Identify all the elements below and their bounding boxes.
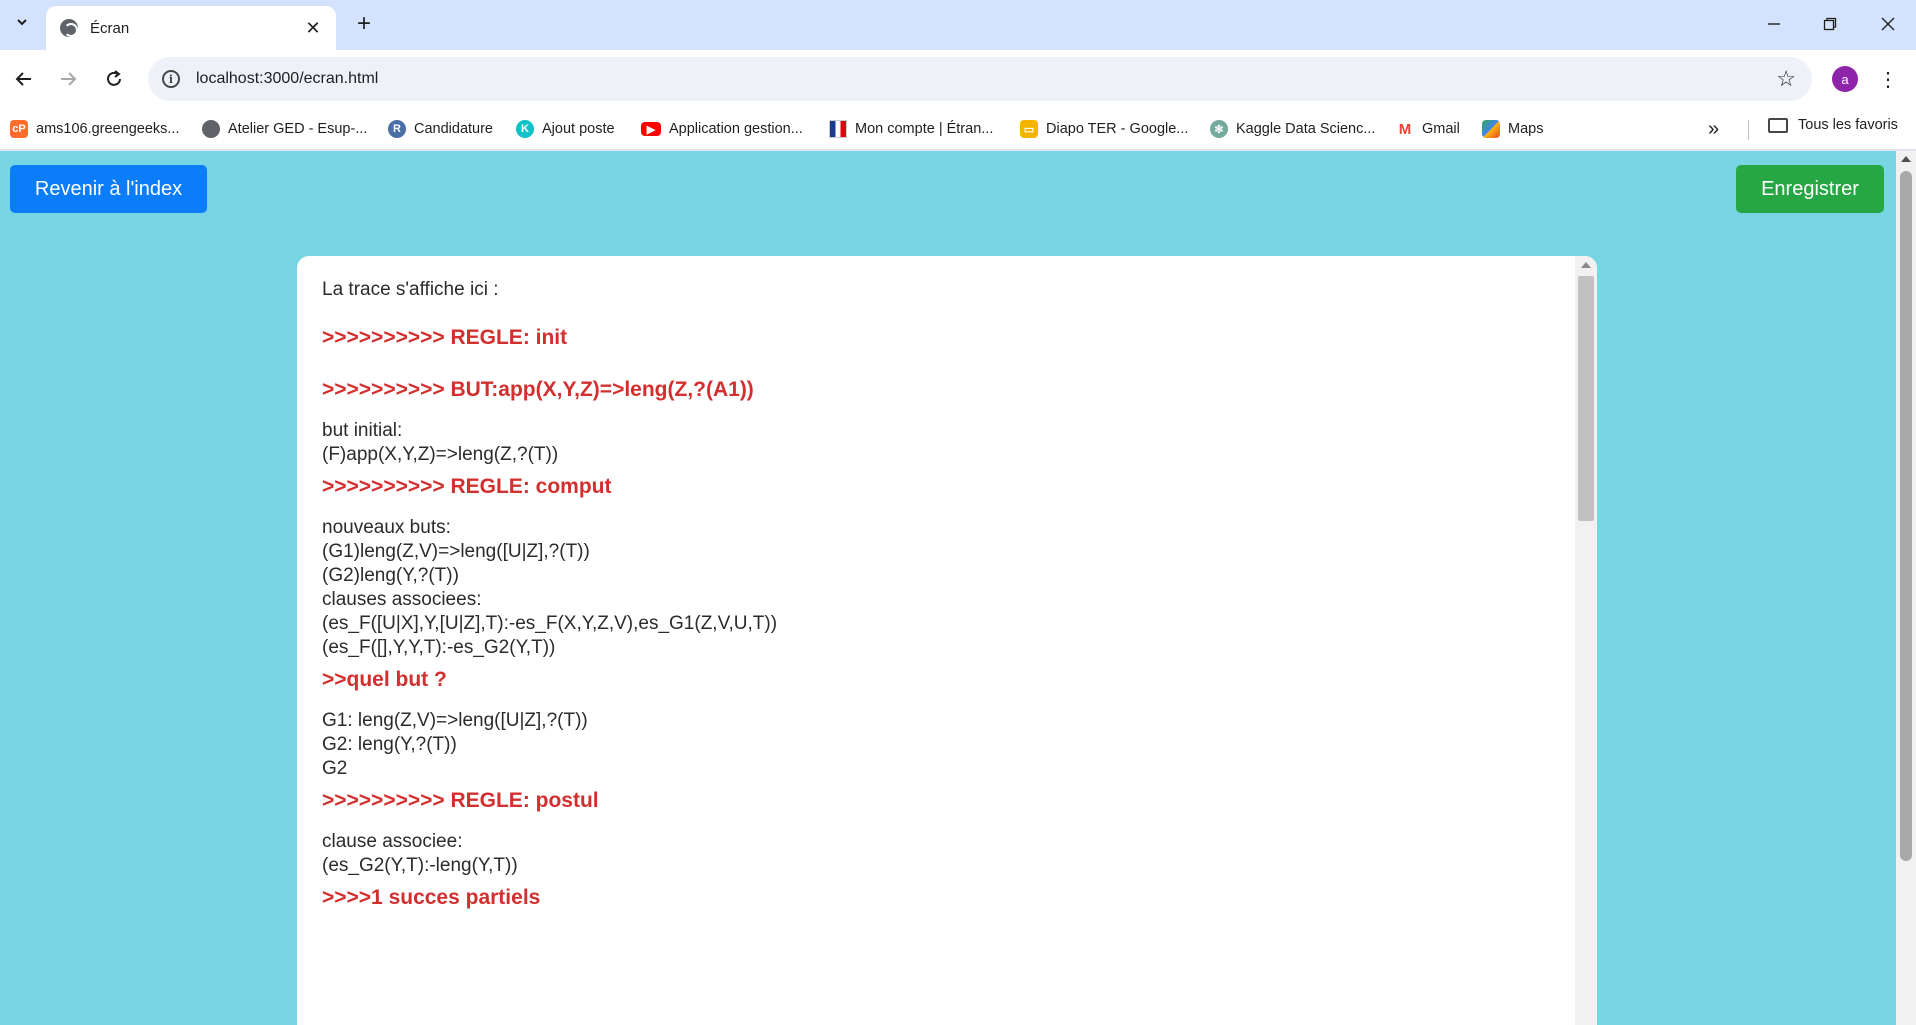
youtube-icon: ▶ [641, 122, 661, 136]
trace-rule-line: >>quel but ? [322, 668, 447, 691]
restore-icon[interactable] [1810, 8, 1850, 40]
close-tab-icon[interactable]: ✕ [302, 18, 324, 39]
trace-line: (es_G2(Y,T):-leng(Y,T)) [322, 855, 518, 876]
bookmark-label: ams106.greengeeks... [36, 121, 180, 137]
slides-icon: ▭ [1020, 120, 1038, 138]
bookmarks-separator [1748, 120, 1749, 140]
address-bar[interactable]: i localhost:3000/ecran.html ☆ [148, 57, 1812, 101]
forward-arrow-icon[interactable] [52, 63, 84, 95]
maps-icon [1482, 120, 1500, 138]
trace-line: G2 [322, 758, 348, 779]
bookmark-item[interactable]: R Candidature [388, 117, 493, 141]
folder-label: Tous les favoris [1798, 117, 1898, 133]
trace-line: (F)app(X,Y,Z)=>leng(Z,?(T)) [322, 444, 559, 465]
trace-text-block: but initial: (F)app(X,Y,Z)=>leng(Z,?(T)) [322, 419, 1542, 467]
site-info-icon[interactable]: i [162, 70, 180, 88]
page-scrollbar-thumb[interactable] [1900, 171, 1912, 861]
save-button[interactable]: Enregistrer [1736, 165, 1884, 213]
bookmark-item[interactable]: ▶ Application gestion... [641, 117, 803, 141]
openai-icon: ✻ [1210, 120, 1228, 138]
bookmark-label: Mon compte | Étran... [855, 121, 994, 137]
bookmark-item[interactable]: Atelier GED - Esup-... [202, 117, 367, 141]
bookmark-item[interactable]: Maps [1482, 117, 1543, 141]
url-text[interactable]: localhost:3000/ecran.html [196, 70, 1776, 88]
trace-line: G1: leng(Z,V)=>leng([U|Z],?(T)) [322, 710, 588, 731]
trace-rule-line: >>>>>>>>>> BUT:app(X,Y,Z)=>leng(Z,?(A1)) [322, 378, 754, 401]
back-arrow-icon[interactable] [8, 63, 40, 95]
bookmarks-bar: cP ams106.greengeeks... Atelier GED - Es… [0, 108, 1916, 150]
trace-line: clause associee: [322, 831, 463, 852]
trace-rule-line: >>>>1 succes partiels [322, 886, 541, 909]
all-bookmarks-folder[interactable]: Tous les favoris [1768, 117, 1898, 133]
trace-line: (es_F([U|X],Y,[U|Z],T):-es_F(X,Y,Z,V),es… [322, 613, 778, 634]
cpanel-icon: cP [10, 120, 28, 138]
bookmark-label: Atelier GED - Esup-... [228, 121, 368, 137]
trace-line: G2: leng(Y,?(T)) [322, 734, 457, 755]
trace-line: (G1)leng(Z,V)=>leng([U|Z],?(T)) [322, 541, 590, 562]
bookmark-label: Diapo TER - Google... [1046, 121, 1189, 137]
k-icon: K [516, 120, 534, 138]
bookmark-label: Candidature [414, 121, 493, 137]
globe-icon [202, 120, 220, 138]
browser-toolbar: i localhost:3000/ecran.html ☆ a ⋮ [0, 50, 1916, 108]
bookmark-label: Kaggle Data Scienc... [1236, 121, 1376, 137]
bookmark-label: Ajout poste [542, 121, 615, 137]
gmail-icon: M [1396, 120, 1414, 138]
page-scrollbar[interactable] [1896, 151, 1916, 1025]
bookmark-item[interactable]: Mon compte | Étran... [829, 117, 993, 141]
trace-content: La trace s'affiche ici : >>>>>>>>>> REGLE… [322, 278, 1542, 911]
profile-avatar[interactable]: a [1832, 66, 1858, 92]
menu-kebab-icon[interactable]: ⋮ [1878, 64, 1898, 94]
bookmark-label: Gmail [1422, 121, 1460, 137]
bookmark-star-icon[interactable]: ☆ [1776, 66, 1796, 92]
trace-text-block: nouveaux buts: (G1)leng(Z,V)=>leng([U|Z],… [322, 516, 1542, 660]
close-window-icon[interactable] [1868, 8, 1908, 40]
scroll-up-arrow-icon[interactable] [1581, 262, 1591, 268]
bookmark-label: Maps [1508, 121, 1544, 137]
reload-icon[interactable] [98, 63, 130, 95]
trace-text-block: La trace s'affiche ici : [322, 278, 1542, 302]
folder-icon [1768, 117, 1788, 133]
bookmark-item[interactable]: cP ams106.greengeeks... [10, 117, 179, 141]
bookmark-label: Application gestion... [669, 121, 803, 137]
trace-panel[interactable]: La trace s'affiche ici : >>>>>>>>>> REGLE… [297, 256, 1597, 1025]
trace-line: La trace s'affiche ici : [322, 279, 499, 300]
trace-line: but initial: [322, 420, 403, 441]
tab-search-chevron-icon[interactable] [8, 8, 36, 36]
trace-rule-line: >>>>>>>>>> REGLE: postul [322, 789, 599, 812]
trace-text-block: clause associee: (es_G2(Y,T):-leng(Y,T)) [322, 830, 1542, 878]
globe-icon [60, 19, 78, 37]
back-to-index-button[interactable]: Revenir à l'index [10, 165, 207, 213]
tab-title: Écran [90, 19, 130, 37]
trace-rule-line: >>>>>>>>>> REGLE: comput [322, 475, 612, 498]
active-tab[interactable]: Écran ✕ [46, 6, 336, 50]
france-flag-icon [829, 120, 847, 138]
trace-line: (G2)leng(Y,?(T)) [322, 565, 459, 586]
trace-line: clauses associees: [322, 589, 482, 610]
trace-line: nouveaux buts: [322, 517, 451, 538]
more-bookmarks-icon[interactable]: » [1708, 118, 1719, 141]
bookmark-item[interactable]: ✻ Kaggle Data Scienc... [1210, 117, 1375, 141]
minimize-icon[interactable] [1754, 8, 1794, 40]
bookmark-item[interactable]: M Gmail [1396, 117, 1460, 141]
trace-rule-line: >>>>>>>>>> REGLE: init [322, 326, 568, 349]
r-icon: R [388, 120, 406, 138]
bookmark-item[interactable]: K Ajout poste [516, 117, 615, 141]
page-viewport: Revenir à l'index Enregistrer La trace s… [0, 151, 1896, 1025]
trace-scrollbar[interactable] [1575, 256, 1597, 1025]
page-scroll-up-arrow-icon[interactable] [1901, 156, 1911, 162]
trace-text-block: G1: leng(Z,V)=>leng([U|Z],?(T)) G2: leng(… [322, 709, 1542, 781]
scrollbar-thumb[interactable] [1578, 276, 1594, 521]
new-tab-plus-icon[interactable]: + [350, 10, 378, 38]
tab-strip: Écran ✕ + [0, 0, 1916, 50]
trace-line: (es_F([],Y,Y,T):-es_G2(Y,T)) [322, 637, 556, 658]
bookmark-item[interactable]: ▭ Diapo TER - Google... [1020, 117, 1188, 141]
